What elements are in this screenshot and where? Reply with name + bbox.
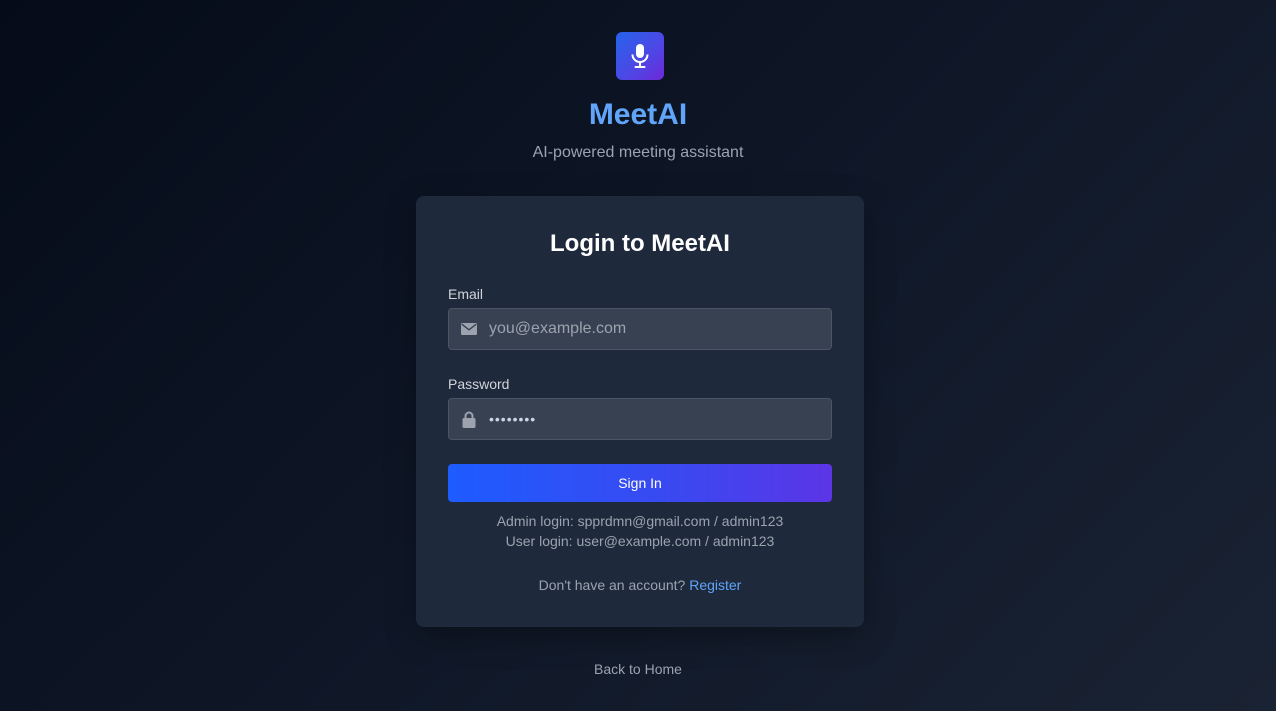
lock-icon	[460, 410, 478, 428]
register-link[interactable]: Register	[689, 577, 741, 593]
register-prompt: Don't have an account?	[538, 577, 686, 593]
email-input[interactable]	[489, 309, 829, 349]
email-field-wrapper	[448, 308, 832, 350]
brand-title: MeetAI	[588, 98, 688, 131]
register-prompt-line: Don't have an account? Register	[416, 576, 864, 594]
login-title: Login to MeetAI	[550, 230, 730, 257]
admin-login-hint: Admin login: spprdmn@gmail.com / admin12…	[496, 513, 784, 529]
back-home-container: Back to Home	[0, 660, 1276, 678]
back-to-home-link[interactable]: Back to Home	[594, 661, 682, 677]
envelope-icon	[460, 320, 478, 338]
microphone-icon	[629, 43, 651, 69]
password-label: Password	[448, 376, 510, 392]
sign-in-button[interactable]: Sign In	[448, 464, 832, 502]
email-label: Email	[448, 286, 484, 302]
brand-subtitle: AI-powered meeting assistant	[532, 144, 744, 161]
app-logo	[616, 32, 664, 80]
password-input[interactable]	[489, 399, 829, 439]
login-card: Login to MeetAI Email Password Sign In A…	[416, 196, 864, 627]
password-field-wrapper	[448, 398, 832, 440]
user-login-hint: User login: user@example.com / admin123	[505, 533, 775, 549]
